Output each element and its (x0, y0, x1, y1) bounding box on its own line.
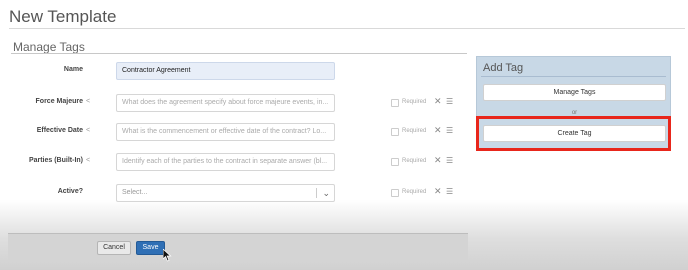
form-row-name: Name Contractor Agreement (0, 62, 470, 82)
form-row-parties: Parties (Built-In) < Identify each of th… (0, 153, 470, 173)
required-checkbox[interactable] (391, 128, 399, 136)
share-icon[interactable]: < (86, 157, 90, 164)
field-label: Name (63, 66, 83, 73)
required-checkbox[interactable] (391, 189, 399, 197)
manage-tags-button[interactable]: Manage Tags (483, 84, 666, 101)
close-icon[interactable]: ✕ (434, 186, 442, 197)
save-button[interactable]: Save (136, 241, 165, 255)
select-value: Select... (122, 189, 148, 196)
panel-title: Add Tag (483, 62, 524, 74)
select-divider (316, 188, 317, 198)
share-icon[interactable]: < (86, 98, 90, 105)
required-label: Required (402, 128, 427, 134)
form-row-effective-date: Effective Date < What is the commencemen… (0, 123, 470, 143)
force-majeure-input[interactable]: What does the agreement specify about fo… (116, 94, 335, 112)
panel-divider (481, 76, 666, 77)
field-label: Parties (Built-In) (28, 157, 83, 164)
title-divider (9, 28, 685, 29)
page-title: New Template (9, 7, 117, 26)
footer-bar (8, 233, 468, 260)
list-icon[interactable]: ☰ (446, 126, 453, 135)
cancel-button[interactable]: Cancel (97, 241, 131, 255)
section-title: Manage Tags (13, 40, 85, 54)
close-icon[interactable]: ✕ (434, 155, 442, 166)
required-label: Required (402, 158, 427, 164)
close-icon[interactable]: ✕ (434, 125, 442, 136)
list-icon[interactable]: ☰ (446, 97, 453, 106)
mouse-pointer-icon (163, 249, 172, 262)
required-label: Required (402, 99, 427, 105)
required-label: Required (402, 189, 427, 195)
list-icon[interactable]: ☰ (446, 187, 453, 196)
list-icon[interactable]: ☰ (446, 156, 453, 165)
section-divider (11, 53, 467, 54)
required-checkbox[interactable] (391, 158, 399, 166)
required-checkbox[interactable] (391, 99, 399, 107)
chevron-down-icon[interactable]: ⌄ (322, 185, 330, 201)
field-label: Effective Date (36, 127, 83, 134)
share-icon[interactable]: < (86, 127, 90, 134)
close-icon[interactable]: ✕ (434, 96, 442, 107)
effective-date-input[interactable]: What is the commencement or effective da… (116, 123, 335, 141)
field-label: Active? (57, 188, 83, 195)
highlight-box (476, 116, 671, 151)
name-input[interactable]: Contractor Agreement (116, 62, 335, 80)
parties-input[interactable]: Identify each of the parties to the cont… (116, 153, 335, 171)
form-row-force-majeure: Force Majeure < What does the agreement … (0, 94, 470, 114)
field-label: Force Majeure (35, 98, 83, 105)
